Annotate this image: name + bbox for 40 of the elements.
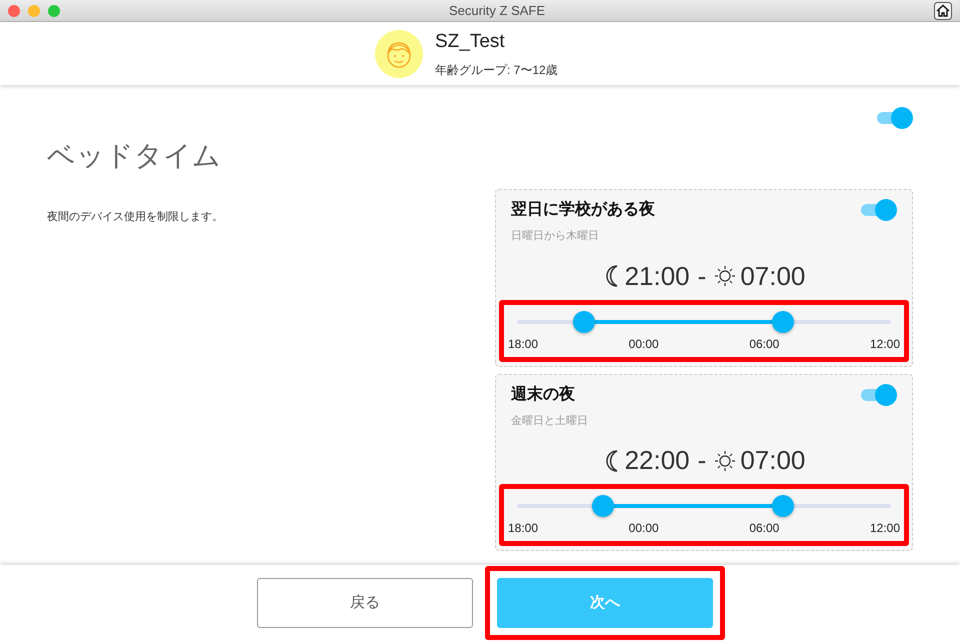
schedule-days: 金曜日と土曜日 bbox=[511, 412, 897, 429]
toggle-switch[interactable] bbox=[859, 199, 897, 221]
end-time: 07:00 bbox=[740, 444, 806, 477]
start-time: 21:00 bbox=[624, 260, 690, 292]
time-range-slider[interactable]: 18:00 00:00 06:00 12:00 bbox=[499, 300, 909, 362]
tick-label: 18:00 bbox=[508, 336, 538, 352]
tick-label: 00:00 bbox=[628, 336, 659, 352]
time-range-slider[interactable]: 18:00 00:00 06:00 12:00 bbox=[499, 484, 909, 546]
tick-label: 12:00 bbox=[870, 336, 900, 352]
sun-icon bbox=[714, 450, 736, 472]
tick-label: 18:00 bbox=[508, 520, 538, 537]
age-group: 年齢グループ: 7〜12歳 bbox=[435, 60, 585, 79]
child-avatar-icon bbox=[375, 30, 423, 78]
maximize-icon[interactable] bbox=[48, 4, 60, 16]
toggle-switch[interactable] bbox=[875, 107, 913, 129]
tick-label: 06:00 bbox=[749, 520, 780, 537]
start-time: 22:00 bbox=[624, 444, 690, 477]
tick-label: 00:00 bbox=[628, 520, 659, 537]
slider-thumb[interactable] bbox=[573, 310, 596, 332]
tick-label: 12:00 bbox=[870, 520, 900, 537]
tick-label: 06:00 bbox=[749, 336, 780, 352]
time-separator: - bbox=[698, 444, 706, 477]
page-description: 夜間のデバイス使用を制限します。 bbox=[47, 210, 224, 225]
home-icon[interactable] bbox=[934, 2, 952, 20]
slider-thumb[interactable] bbox=[772, 310, 794, 332]
slider-thumb[interactable] bbox=[772, 495, 794, 517]
schedule-days: 日曜日から木曜日 bbox=[511, 228, 897, 244]
schedule-title: 週末の夜 bbox=[511, 384, 575, 404]
minimize-icon[interactable] bbox=[28, 4, 40, 16]
sun-icon bbox=[714, 265, 736, 287]
slider-thumb[interactable] bbox=[592, 495, 614, 517]
back-button[interactable]: 戻る bbox=[257, 578, 473, 628]
profile-name: SZ_Test bbox=[435, 30, 506, 54]
window-title: Security Z SAFE bbox=[448, 2, 546, 20]
time-separator: - bbox=[698, 260, 706, 292]
schedule-title: 翌日に学校がある夜 bbox=[511, 199, 655, 220]
toggle-switch[interactable] bbox=[859, 384, 897, 406]
close-icon[interactable] bbox=[8, 4, 20, 16]
page-title: ベッドタイム bbox=[47, 139, 222, 173]
end-time: 07:00 bbox=[740, 260, 806, 292]
